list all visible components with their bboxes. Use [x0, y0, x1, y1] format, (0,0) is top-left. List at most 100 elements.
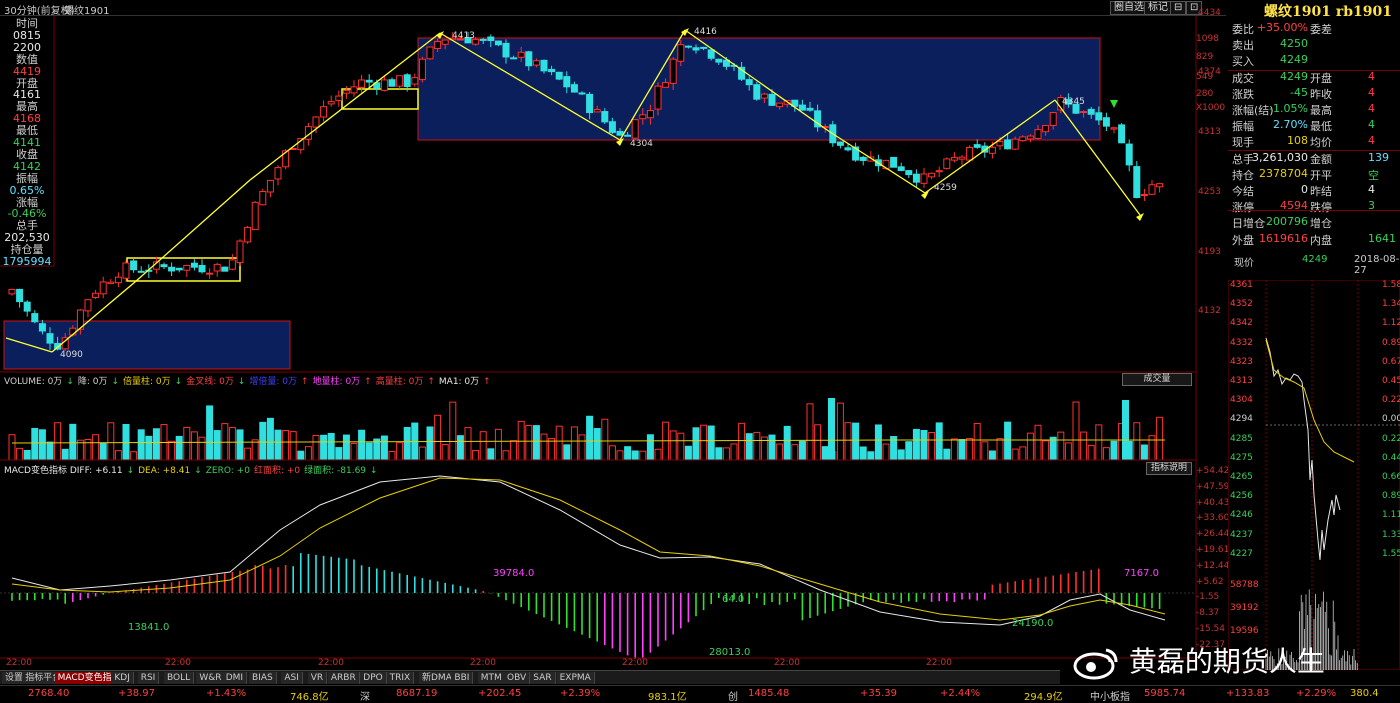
- candle-body: [17, 289, 23, 301]
- macd-tick-label: +26.44: [1196, 529, 1229, 539]
- candle-body: [480, 39, 486, 40]
- quote-label: 最低: [1310, 118, 1332, 134]
- macd-histogram-bar: [634, 593, 636, 659]
- volume-bar: [1050, 437, 1056, 460]
- price-annotation: 4304: [630, 139, 653, 149]
- macd-histogram-bar: [216, 575, 218, 593]
- indicator-tab[interactable]: SAR: [530, 672, 555, 684]
- candle-body: [214, 264, 220, 271]
- quote-value: -45: [1290, 86, 1308, 99]
- volume-bar: [359, 430, 365, 460]
- macd-histogram-bar: [1159, 593, 1161, 609]
- macd-histogram-bar: [938, 593, 940, 601]
- weibo-logo-icon: [1072, 646, 1120, 680]
- volume-bar: [625, 447, 631, 460]
- candle-body: [571, 85, 577, 92]
- candle-body: [1126, 144, 1132, 165]
- indicator-tab[interactable]: DMI: [223, 672, 247, 684]
- candle-body: [1043, 126, 1049, 132]
- candle-body: [693, 48, 699, 50]
- candle-body: [799, 105, 805, 110]
- indicator-tab[interactable]: BBI: [451, 672, 473, 684]
- macd-tick-label: -8.37: [1196, 608, 1219, 618]
- candle-body: [1096, 113, 1102, 120]
- volume-bar: [609, 446, 615, 460]
- volume-bar: [146, 436, 152, 460]
- candle-body: [115, 277, 121, 283]
- candle-body: [1050, 113, 1056, 126]
- candle-body: [32, 314, 38, 322]
- macd-histogram-bar: [232, 572, 234, 593]
- quote-row: 卖出4250: [1228, 36, 1400, 51]
- volume-bar: [685, 446, 691, 460]
- candle-body: [222, 267, 228, 271]
- index-status-item: +38.97: [118, 688, 155, 699]
- quote-value: 139: [1368, 151, 1389, 164]
- volume-bar: [807, 404, 813, 460]
- indicator-tab-bar: 设置指标平台MACD变色指标KDJRSIBOLLW&RDMIBIASASIVRA…: [0, 670, 1060, 684]
- indicator-tab[interactable]: EXPMA: [557, 672, 595, 684]
- volume-bar: [503, 451, 509, 460]
- indicator-tab[interactable]: OBV: [504, 672, 530, 684]
- main-chart-area[interactable]: 441344164304434542594090: [0, 0, 1226, 670]
- candle-body: [321, 107, 327, 117]
- intraday-price-tick: 4237: [1230, 530, 1253, 540]
- indicator-tab[interactable]: RSI: [138, 672, 160, 684]
- volume-bar: [153, 429, 159, 460]
- indicator-tab[interactable]: TRIX: [387, 672, 415, 684]
- volume-bar: [1088, 446, 1094, 460]
- indicator-tab[interactable]: MTM: [478, 672, 506, 684]
- indicator-tab[interactable]: W&R: [196, 672, 225, 684]
- indicator-tab[interactable]: ARBR: [328, 672, 360, 684]
- volume-bar: [1020, 447, 1026, 460]
- macd-histogram-bar: [482, 591, 484, 593]
- candle-body: [488, 37, 494, 41]
- volume-bar: [883, 444, 889, 460]
- volume-bar: [191, 432, 197, 460]
- macd-tick-label: -1.55: [1196, 592, 1219, 602]
- volume-bar: [404, 427, 410, 460]
- volume-tick-label: 829: [1196, 52, 1213, 62]
- candle-body: [989, 147, 995, 153]
- volume-bar: [1149, 436, 1155, 460]
- indicator-tab[interactable]: VR: [308, 672, 327, 684]
- macd-histogram-bar: [505, 593, 507, 600]
- indicator-tab[interactable]: KDJ: [111, 672, 134, 684]
- macd-tick-label: +12.44: [1196, 561, 1229, 571]
- volume-bar: [457, 436, 463, 460]
- volume-legend-item: 金叉线: 0万: [186, 377, 234, 386]
- intraday-price-tick: 4342: [1230, 318, 1253, 328]
- macd-histogram-bar: [627, 593, 629, 655]
- indicator-tab[interactable]: BOLL: [164, 672, 194, 684]
- candle-body: [313, 117, 319, 127]
- index-status-item: +2.29%: [1296, 688, 1336, 699]
- macd-histogram-bar: [1007, 582, 1009, 593]
- quote-row: 买入4249: [1228, 52, 1400, 67]
- candle-body: [397, 76, 403, 86]
- quote-label: 卖出: [1232, 37, 1254, 53]
- quote-label: 今结: [1232, 183, 1254, 199]
- volume-bar: [769, 435, 775, 460]
- candle-body: [1134, 167, 1140, 198]
- volume-bar: [169, 441, 175, 460]
- macd-histogram-bar: [596, 593, 598, 642]
- indicator-tab[interactable]: DPO: [360, 672, 386, 684]
- volume-bar: [1081, 432, 1087, 460]
- quote-value: 4: [1368, 134, 1375, 147]
- candle-body: [1103, 118, 1109, 126]
- volume-bar: [70, 424, 76, 460]
- quote-row: 涨跌-45昨收4: [1228, 85, 1400, 100]
- quote-row: 日增仓-200796增仓: [1228, 214, 1400, 229]
- indicator-help-button[interactable]: 指标说明: [1146, 462, 1192, 475]
- candle-body: [564, 77, 570, 87]
- volume-selector-button[interactable]: 成交量: [1122, 373, 1192, 386]
- macd-histogram-bar: [832, 593, 834, 611]
- volume-bar: [708, 426, 714, 460]
- volume-bar: [997, 439, 1003, 460]
- indicator-tab[interactable]: 新DMA: [419, 672, 456, 684]
- quote-value: 4249: [1280, 70, 1308, 83]
- indicator-tab[interactable]: BIAS: [249, 672, 277, 684]
- trend-line: [830, 132, 925, 193]
- candle-body: [351, 87, 357, 93]
- indicator-tab[interactable]: ASI: [281, 672, 303, 684]
